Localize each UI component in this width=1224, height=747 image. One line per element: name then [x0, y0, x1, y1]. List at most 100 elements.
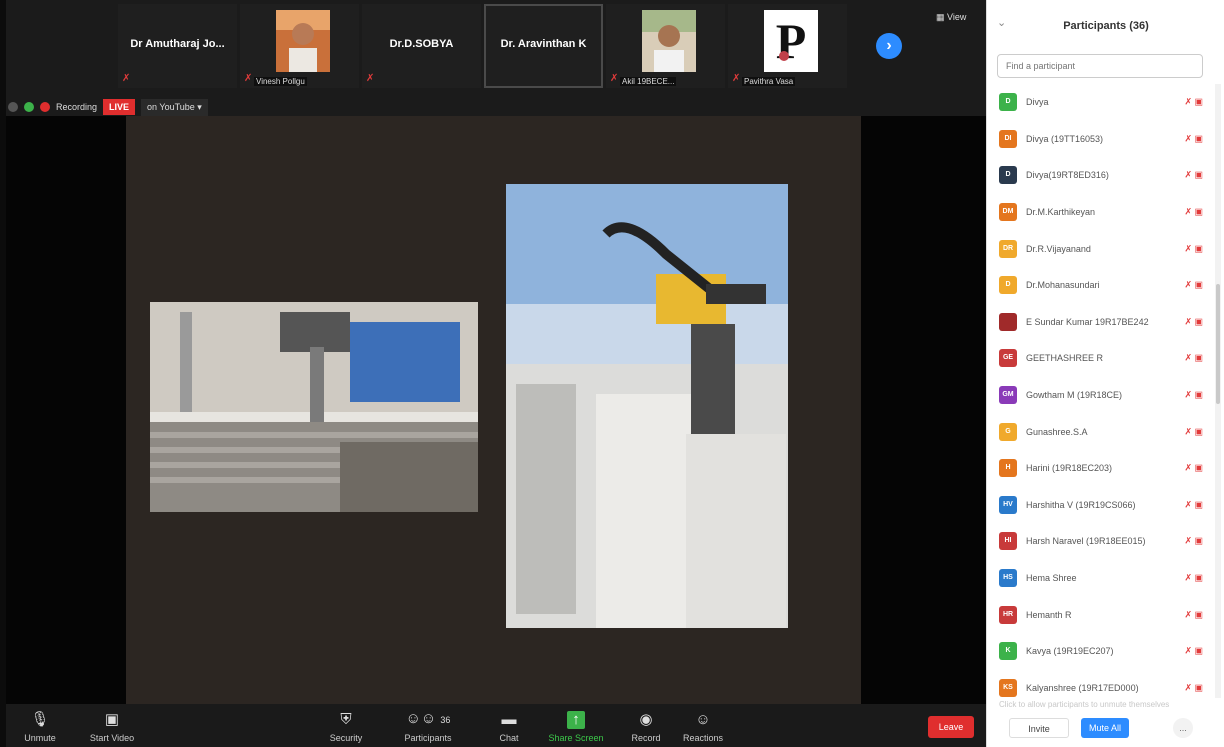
more-options-button[interactable]: ... [1173, 718, 1193, 738]
unmute-label: Unmute [24, 733, 56, 743]
participant-row[interactable]: KS Kalyanshree (19R17ED000) ✗ ▣ [987, 670, 1215, 699]
participant-name: Divya (19TT16053) [1026, 133, 1104, 144]
video-tile[interactable]: ✗ Akil 19BECE... [606, 4, 725, 88]
muted-mic-icon: ✗ [732, 73, 741, 84]
muted-mic-video-off-icon[interactable]: ✗ ▣ [1184, 207, 1203, 218]
participant-photo [276, 10, 330, 72]
participant-name: Hemanth R [1026, 609, 1072, 620]
participant-row[interactable]: DM Dr.M.Karthikeyan ✗ ▣ [987, 194, 1215, 231]
recording-label: Recording [56, 102, 98, 112]
muted-mic-video-off-icon[interactable]: ✗ ▣ [1184, 390, 1203, 401]
participant-row[interactable]: H Harini (19R18EC203) ✗ ▣ [987, 450, 1215, 487]
participant-name: Kavya (19R19EC207) [1026, 646, 1114, 657]
muted-mic-video-off-icon[interactable]: ✗ ▣ [1184, 463, 1203, 474]
participant-row[interactable]: GM Gowtham M (19R18CE) ✗ ▣ [987, 377, 1215, 414]
participant-row[interactable]: HV Harshitha V (19R19CS066) ✗ ▣ [987, 487, 1215, 524]
muted-mic-video-off-icon[interactable]: ✗ ▣ [1184, 243, 1203, 254]
view-button[interactable]: ▦ View [936, 12, 966, 23]
muted-mic-icon: ✗ [366, 73, 375, 84]
start-video-button[interactable]: ▣ Start Video [84, 704, 140, 747]
chevron-down-icon: ▾ [197, 101, 202, 112]
participants-label: Participants [404, 733, 452, 743]
unmute-button[interactable]: 🎙 Unmute [20, 704, 60, 747]
grid-icon: ▦ [936, 12, 945, 22]
participant-row[interactable]: E Sundar Kumar 19R17BE242 ✗ ▣ [987, 304, 1215, 341]
avatar: D [999, 93, 1017, 112]
mute-all-button[interactable]: Mute All [1081, 718, 1129, 738]
participant-row[interactable]: HR Hemanth R ✗ ▣ [987, 596, 1215, 633]
participant-row[interactable]: HS Hema Shree ✗ ▣ [987, 560, 1215, 597]
participant-row[interactable]: D Divya(19RT8ED316) ✗ ▣ [987, 157, 1215, 194]
muted-mic-video-off-icon[interactable]: ✗ ▣ [1184, 609, 1203, 620]
participant-row[interactable]: DI Divya (19TT16053) ✗ ▣ [987, 121, 1215, 158]
start-video-label: Start Video [89, 733, 135, 743]
record-button[interactable]: ◉ Record [626, 704, 666, 747]
muted-mic-video-off-icon[interactable]: ✗ ▣ [1184, 170, 1203, 181]
concrete-printing-photo [150, 302, 478, 512]
participant-name: Harshitha V (19R19CS066) [1026, 499, 1136, 510]
youtube-label: on YouTube [147, 101, 195, 112]
muted-mic-video-off-icon[interactable]: ✗ ▣ [1184, 573, 1203, 584]
participant-name: Dr.M.Karthikeyan [1026, 207, 1096, 218]
video-tile[interactable]: P ✗ Pavithra Vasa [728, 4, 847, 88]
video-off-icon: ▣ [104, 711, 120, 728]
avatar [999, 312, 1017, 331]
record-label: Record [631, 733, 661, 743]
next-page-button[interactable]: › [876, 33, 902, 59]
recording-dot-icon [40, 102, 50, 112]
security-button[interactable]: ⛨ Security [326, 704, 366, 747]
meeting-toolbar: 🎙 Unmute ▣ Start Video ⛨ Security ☺☺ 36 … [6, 704, 986, 747]
share-screen-button[interactable]: ↑ Share Screen [546, 704, 606, 747]
muted-mic-video-off-icon[interactable]: ✗ ▣ [1184, 536, 1203, 547]
scrollbar[interactable] [1215, 84, 1221, 698]
muted-mic-video-off-icon[interactable]: ✗ ▣ [1184, 133, 1203, 144]
participant-row[interactable]: K Kavya (19R19EC207) ✗ ▣ [987, 633, 1215, 670]
participant-search-input[interactable] [997, 54, 1203, 78]
muted-mic-video-off-icon[interactable]: ✗ ▣ [1184, 316, 1203, 327]
leave-button[interactable]: Leave [928, 716, 974, 738]
participant-name: Divya(19RT8ED316) [1026, 170, 1109, 181]
participant-photo [642, 10, 696, 72]
invite-button[interactable]: Invite [1009, 718, 1069, 738]
avatar: DI [999, 129, 1017, 148]
participant-row[interactable]: GE GEETHASHREE R ✗ ▣ [987, 340, 1215, 377]
video-tile[interactable]: Dr.D.SOBYA ✗ [362, 4, 481, 88]
video-tile[interactable]: ✗ Vinesh Pollgu [240, 4, 359, 88]
muted-mic-video-off-icon[interactable]: ✗ ▣ [1184, 353, 1203, 364]
avatar: KS [999, 678, 1017, 697]
participant-row[interactable]: D Dr.Mohanasundari ✗ ▣ [987, 267, 1215, 304]
youtube-badge[interactable]: on YouTube ▾ [141, 98, 208, 116]
view-label: View [947, 12, 967, 22]
participant-row[interactable]: G Gunashree.S.A ✗ ▣ [987, 413, 1215, 450]
muted-mic-video-off-icon[interactable]: ✗ ▣ [1184, 499, 1203, 510]
avatar: K [999, 642, 1017, 661]
meeting-area: Dr Amutharaj Jo... ✗ ✗ Vinesh Pollgu Dr.… [0, 0, 986, 747]
info-icon[interactable] [8, 102, 18, 112]
participant-row[interactable]: DR Dr.R.Vijayanand ✗ ▣ [987, 230, 1215, 267]
participants-count: 36 [440, 715, 451, 725]
muted-mic-video-off-icon[interactable]: ✗ ▣ [1184, 426, 1203, 437]
muted-mic-video-off-icon[interactable]: ✗ ▣ [1184, 646, 1203, 657]
chat-button[interactable]: ▬ Chat [494, 704, 524, 747]
muted-mic-video-off-icon[interactable]: ✗ ▣ [1184, 682, 1203, 693]
muted-mic-video-off-icon[interactable]: ✗ ▣ [1184, 97, 1203, 108]
avatar: GE [999, 349, 1017, 368]
scroll-thumb[interactable] [1216, 284, 1220, 404]
shield-icon[interactable] [24, 102, 34, 112]
avatar: D [999, 166, 1017, 185]
participant-row[interactable]: HI Harsh Naravel (19R18EE015) ✗ ▣ [987, 523, 1215, 560]
video-tile-active-speaker[interactable]: Dr. Aravinthan K [484, 4, 603, 88]
muted-mic-video-off-icon[interactable]: ✗ ▣ [1184, 280, 1203, 291]
reactions-button[interactable]: ☺ Reactions [680, 704, 726, 747]
participant-photo: P [764, 10, 818, 72]
reactions-icon: ☺ [695, 711, 711, 728]
tile-label: Pavithra Vasa [742, 77, 796, 86]
participants-button[interactable]: ☺☺ 36 Participants [400, 704, 456, 747]
live-badge[interactable]: LIVE [103, 99, 136, 115]
participant-name: Gowtham M (19R18CE) [1026, 390, 1123, 401]
tile-label: Akil 19BECE... [620, 77, 677, 86]
chat-icon: ▬ [501, 711, 517, 728]
video-tile[interactable]: Dr Amutharaj Jo... ✗ [118, 4, 237, 88]
participant-row[interactable]: D Divya ✗ ▣ [987, 84, 1215, 121]
tile-name: Dr.D.SOBYA [389, 38, 454, 50]
